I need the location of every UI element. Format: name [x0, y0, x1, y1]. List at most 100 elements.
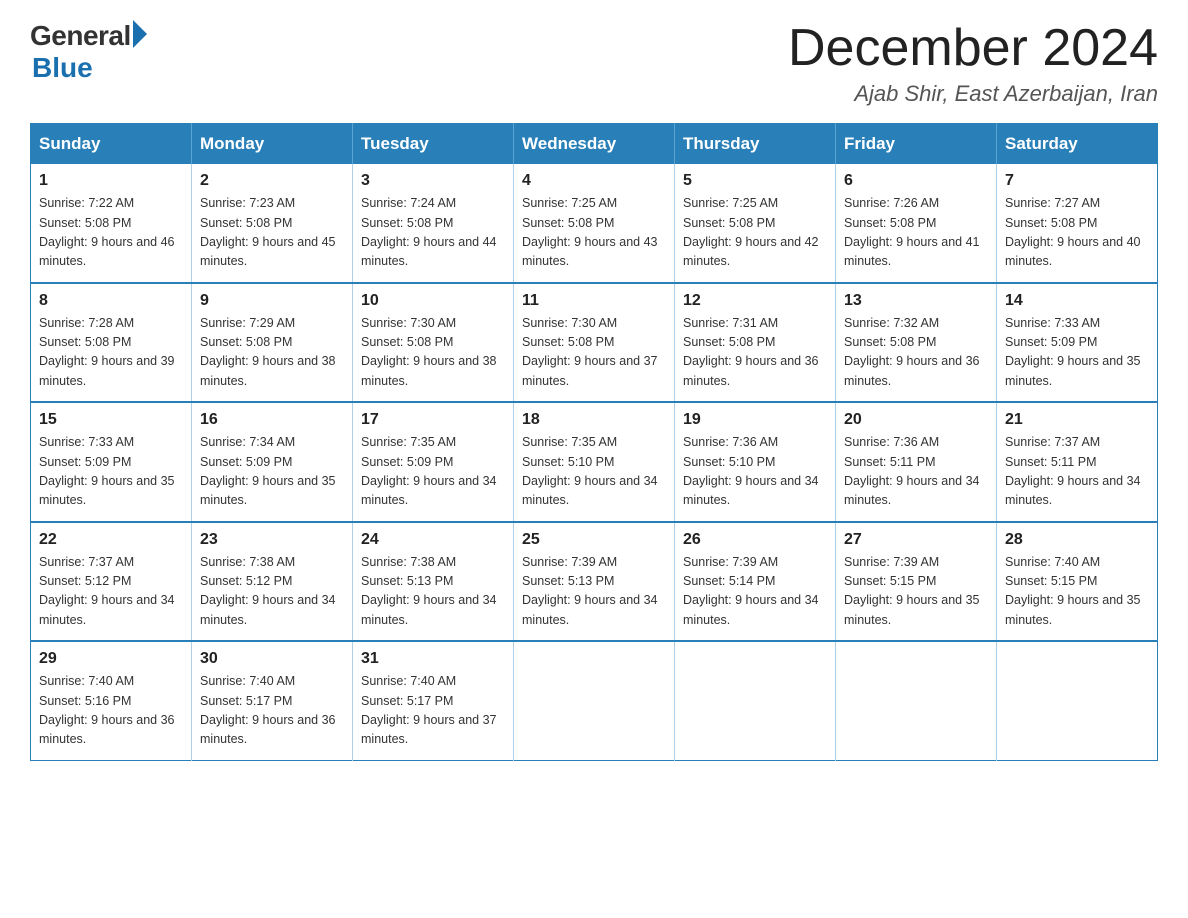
page-header: General Blue December 2024 Ajab Shir, Ea… [30, 20, 1158, 107]
calendar-day-cell: 26Sunrise: 7:39 AMSunset: 5:14 PMDayligh… [675, 522, 836, 642]
calendar-header-row: SundayMondayTuesdayWednesdayThursdayFrid… [31, 124, 1158, 165]
day-info: Sunrise: 7:36 AMSunset: 5:11 PMDaylight:… [844, 433, 988, 511]
calendar-day-cell [997, 641, 1158, 760]
day-info: Sunrise: 7:38 AMSunset: 5:13 PMDaylight:… [361, 553, 505, 631]
day-number: 20 [844, 411, 988, 429]
calendar-day-cell: 3 Sunrise: 7:24 AMSunset: 5:08 PMDaylight… [353, 164, 514, 283]
calendar-day-cell: 24 Sunrise: 7:38 AMSunset: 5:13 PMDayligh… [353, 522, 514, 642]
calendar-day-cell: 17 Sunrise: 7:35 AMSunset: 5:09 PMDayligh… [353, 402, 514, 522]
day-number: 24 [361, 531, 505, 549]
day-info: Sunrise: 7:37 AMSunset: 5:12 PMDaylight:… [39, 553, 183, 631]
calendar-day-cell: 13 Sunrise: 7:32 AMSunset: 5:08 PMDayligh… [836, 283, 997, 403]
calendar-week-row: 29 Sunrise: 7:40 AMSunset: 5:16 PMDayligh… [31, 641, 1158, 760]
calendar-day-cell: 14 Sunrise: 7:33 AMSunset: 5:09 PMDayligh… [997, 283, 1158, 403]
logo-arrow-icon [133, 20, 147, 48]
calendar-day-cell: 28 Sunrise: 7:40 AMSunset: 5:15 PMDayligh… [997, 522, 1158, 642]
day-number: 13 [844, 292, 988, 310]
calendar-day-cell: 22 Sunrise: 7:37 AMSunset: 5:12 PMDayligh… [31, 522, 192, 642]
day-number: 17 [361, 411, 505, 429]
calendar-day-cell [675, 641, 836, 760]
day-info: Sunrise: 7:36 AMSunset: 5:10 PMDaylight:… [683, 433, 827, 511]
day-info: Sunrise: 7:30 AMSunset: 5:08 PMDaylight:… [361, 314, 505, 392]
calendar-day-cell: 11 Sunrise: 7:30 AMSunset: 5:08 PMDayligh… [514, 283, 675, 403]
day-number: 23 [200, 531, 344, 549]
day-number: 27 [844, 531, 988, 549]
day-info: Sunrise: 7:40 AMSunset: 5:17 PMDaylight:… [200, 672, 344, 750]
logo: General Blue [30, 20, 147, 84]
calendar-day-cell: 7Sunrise: 7:27 AMSunset: 5:08 PMDaylight… [997, 164, 1158, 283]
logo-general-text: General [30, 20, 131, 52]
day-info: Sunrise: 7:40 AMSunset: 5:17 PMDaylight:… [361, 672, 505, 750]
calendar-day-cell: 9 Sunrise: 7:29 AMSunset: 5:08 PMDaylight… [192, 283, 353, 403]
day-info: Sunrise: 7:37 AMSunset: 5:11 PMDaylight:… [1005, 433, 1149, 511]
day-number: 14 [1005, 292, 1149, 310]
day-info: Sunrise: 7:32 AMSunset: 5:08 PMDaylight:… [844, 314, 988, 392]
location-subtitle: Ajab Shir, East Azerbaijan, Iran [788, 81, 1158, 107]
logo-blue-text: Blue [32, 52, 93, 84]
day-number: 26 [683, 531, 827, 549]
day-info: Sunrise: 7:35 AMSunset: 5:10 PMDaylight:… [522, 433, 666, 511]
day-info: Sunrise: 7:40 AMSunset: 5:16 PMDaylight:… [39, 672, 183, 750]
day-info: Sunrise: 7:23 AMSunset: 5:08 PMDaylight:… [200, 194, 344, 272]
day-number: 22 [39, 531, 183, 549]
calendar-day-cell: 25Sunrise: 7:39 AMSunset: 5:13 PMDayligh… [514, 522, 675, 642]
day-of-week-header: Sunday [31, 124, 192, 165]
day-number: 21 [1005, 411, 1149, 429]
day-of-week-header: Saturday [997, 124, 1158, 165]
calendar-day-cell: 1Sunrise: 7:22 AMSunset: 5:08 PMDaylight… [31, 164, 192, 283]
day-info: Sunrise: 7:33 AMSunset: 5:09 PMDaylight:… [39, 433, 183, 511]
calendar-day-cell: 16 Sunrise: 7:34 AMSunset: 5:09 PMDayligh… [192, 402, 353, 522]
day-of-week-header: Tuesday [353, 124, 514, 165]
calendar-day-cell: 15 Sunrise: 7:33 AMSunset: 5:09 PMDayligh… [31, 402, 192, 522]
calendar-day-cell: 6Sunrise: 7:26 AMSunset: 5:08 PMDaylight… [836, 164, 997, 283]
day-number: 9 [200, 292, 344, 310]
day-info: Sunrise: 7:29 AMSunset: 5:08 PMDaylight:… [200, 314, 344, 392]
calendar-day-cell: 12Sunrise: 7:31 AMSunset: 5:08 PMDayligh… [675, 283, 836, 403]
title-area: December 2024 Ajab Shir, East Azerbaijan… [788, 20, 1158, 107]
day-of-week-header: Thursday [675, 124, 836, 165]
day-number: 4 [522, 172, 666, 190]
day-info: Sunrise: 7:30 AMSunset: 5:08 PMDaylight:… [522, 314, 666, 392]
day-of-week-header: Friday [836, 124, 997, 165]
day-info: Sunrise: 7:39 AMSunset: 5:13 PMDaylight:… [522, 553, 666, 631]
day-number: 31 [361, 650, 505, 668]
calendar-day-cell: 5 Sunrise: 7:25 AMSunset: 5:08 PMDaylight… [675, 164, 836, 283]
day-info: Sunrise: 7:33 AMSunset: 5:09 PMDaylight:… [1005, 314, 1149, 392]
calendar-day-cell: 21 Sunrise: 7:37 AMSunset: 5:11 PMDayligh… [997, 402, 1158, 522]
calendar-day-cell: 29 Sunrise: 7:40 AMSunset: 5:16 PMDayligh… [31, 641, 192, 760]
calendar-day-cell: 31 Sunrise: 7:40 AMSunset: 5:17 PMDayligh… [353, 641, 514, 760]
day-info: Sunrise: 7:40 AMSunset: 5:15 PMDaylight:… [1005, 553, 1149, 631]
calendar-day-cell: 23 Sunrise: 7:38 AMSunset: 5:12 PMDayligh… [192, 522, 353, 642]
day-info: Sunrise: 7:31 AMSunset: 5:08 PMDaylight:… [683, 314, 827, 392]
day-info: Sunrise: 7:34 AMSunset: 5:09 PMDaylight:… [200, 433, 344, 511]
calendar-day-cell: 18 Sunrise: 7:35 AMSunset: 5:10 PMDayligh… [514, 402, 675, 522]
day-number: 16 [200, 411, 344, 429]
day-info: Sunrise: 7:25 AMSunset: 5:08 PMDaylight:… [683, 194, 827, 272]
calendar-day-cell: 2 Sunrise: 7:23 AMSunset: 5:08 PMDaylight… [192, 164, 353, 283]
calendar-day-cell [836, 641, 997, 760]
day-info: Sunrise: 7:35 AMSunset: 5:09 PMDaylight:… [361, 433, 505, 511]
day-number: 2 [200, 172, 344, 190]
day-number: 11 [522, 292, 666, 310]
calendar-day-cell: 19 Sunrise: 7:36 AMSunset: 5:10 PMDayligh… [675, 402, 836, 522]
day-number: 19 [683, 411, 827, 429]
day-number: 3 [361, 172, 505, 190]
day-number: 15 [39, 411, 183, 429]
calendar-day-cell: 30 Sunrise: 7:40 AMSunset: 5:17 PMDayligh… [192, 641, 353, 760]
calendar-day-cell: 4Sunrise: 7:25 AMSunset: 5:08 PMDaylight… [514, 164, 675, 283]
month-year-title: December 2024 [788, 20, 1158, 77]
calendar-week-row: 8Sunrise: 7:28 AMSunset: 5:08 PMDaylight… [31, 283, 1158, 403]
day-number: 18 [522, 411, 666, 429]
day-info: Sunrise: 7:26 AMSunset: 5:08 PMDaylight:… [844, 194, 988, 272]
calendar-table: SundayMondayTuesdayWednesdayThursdayFrid… [30, 123, 1158, 761]
day-number: 28 [1005, 531, 1149, 549]
day-number: 29 [39, 650, 183, 668]
calendar-week-row: 22 Sunrise: 7:37 AMSunset: 5:12 PMDayligh… [31, 522, 1158, 642]
day-number: 1 [39, 172, 183, 190]
calendar-week-row: 1Sunrise: 7:22 AMSunset: 5:08 PMDaylight… [31, 164, 1158, 283]
calendar-day-cell [514, 641, 675, 760]
day-info: Sunrise: 7:24 AMSunset: 5:08 PMDaylight:… [361, 194, 505, 272]
day-number: 5 [683, 172, 827, 190]
day-number: 30 [200, 650, 344, 668]
day-info: Sunrise: 7:38 AMSunset: 5:12 PMDaylight:… [200, 553, 344, 631]
